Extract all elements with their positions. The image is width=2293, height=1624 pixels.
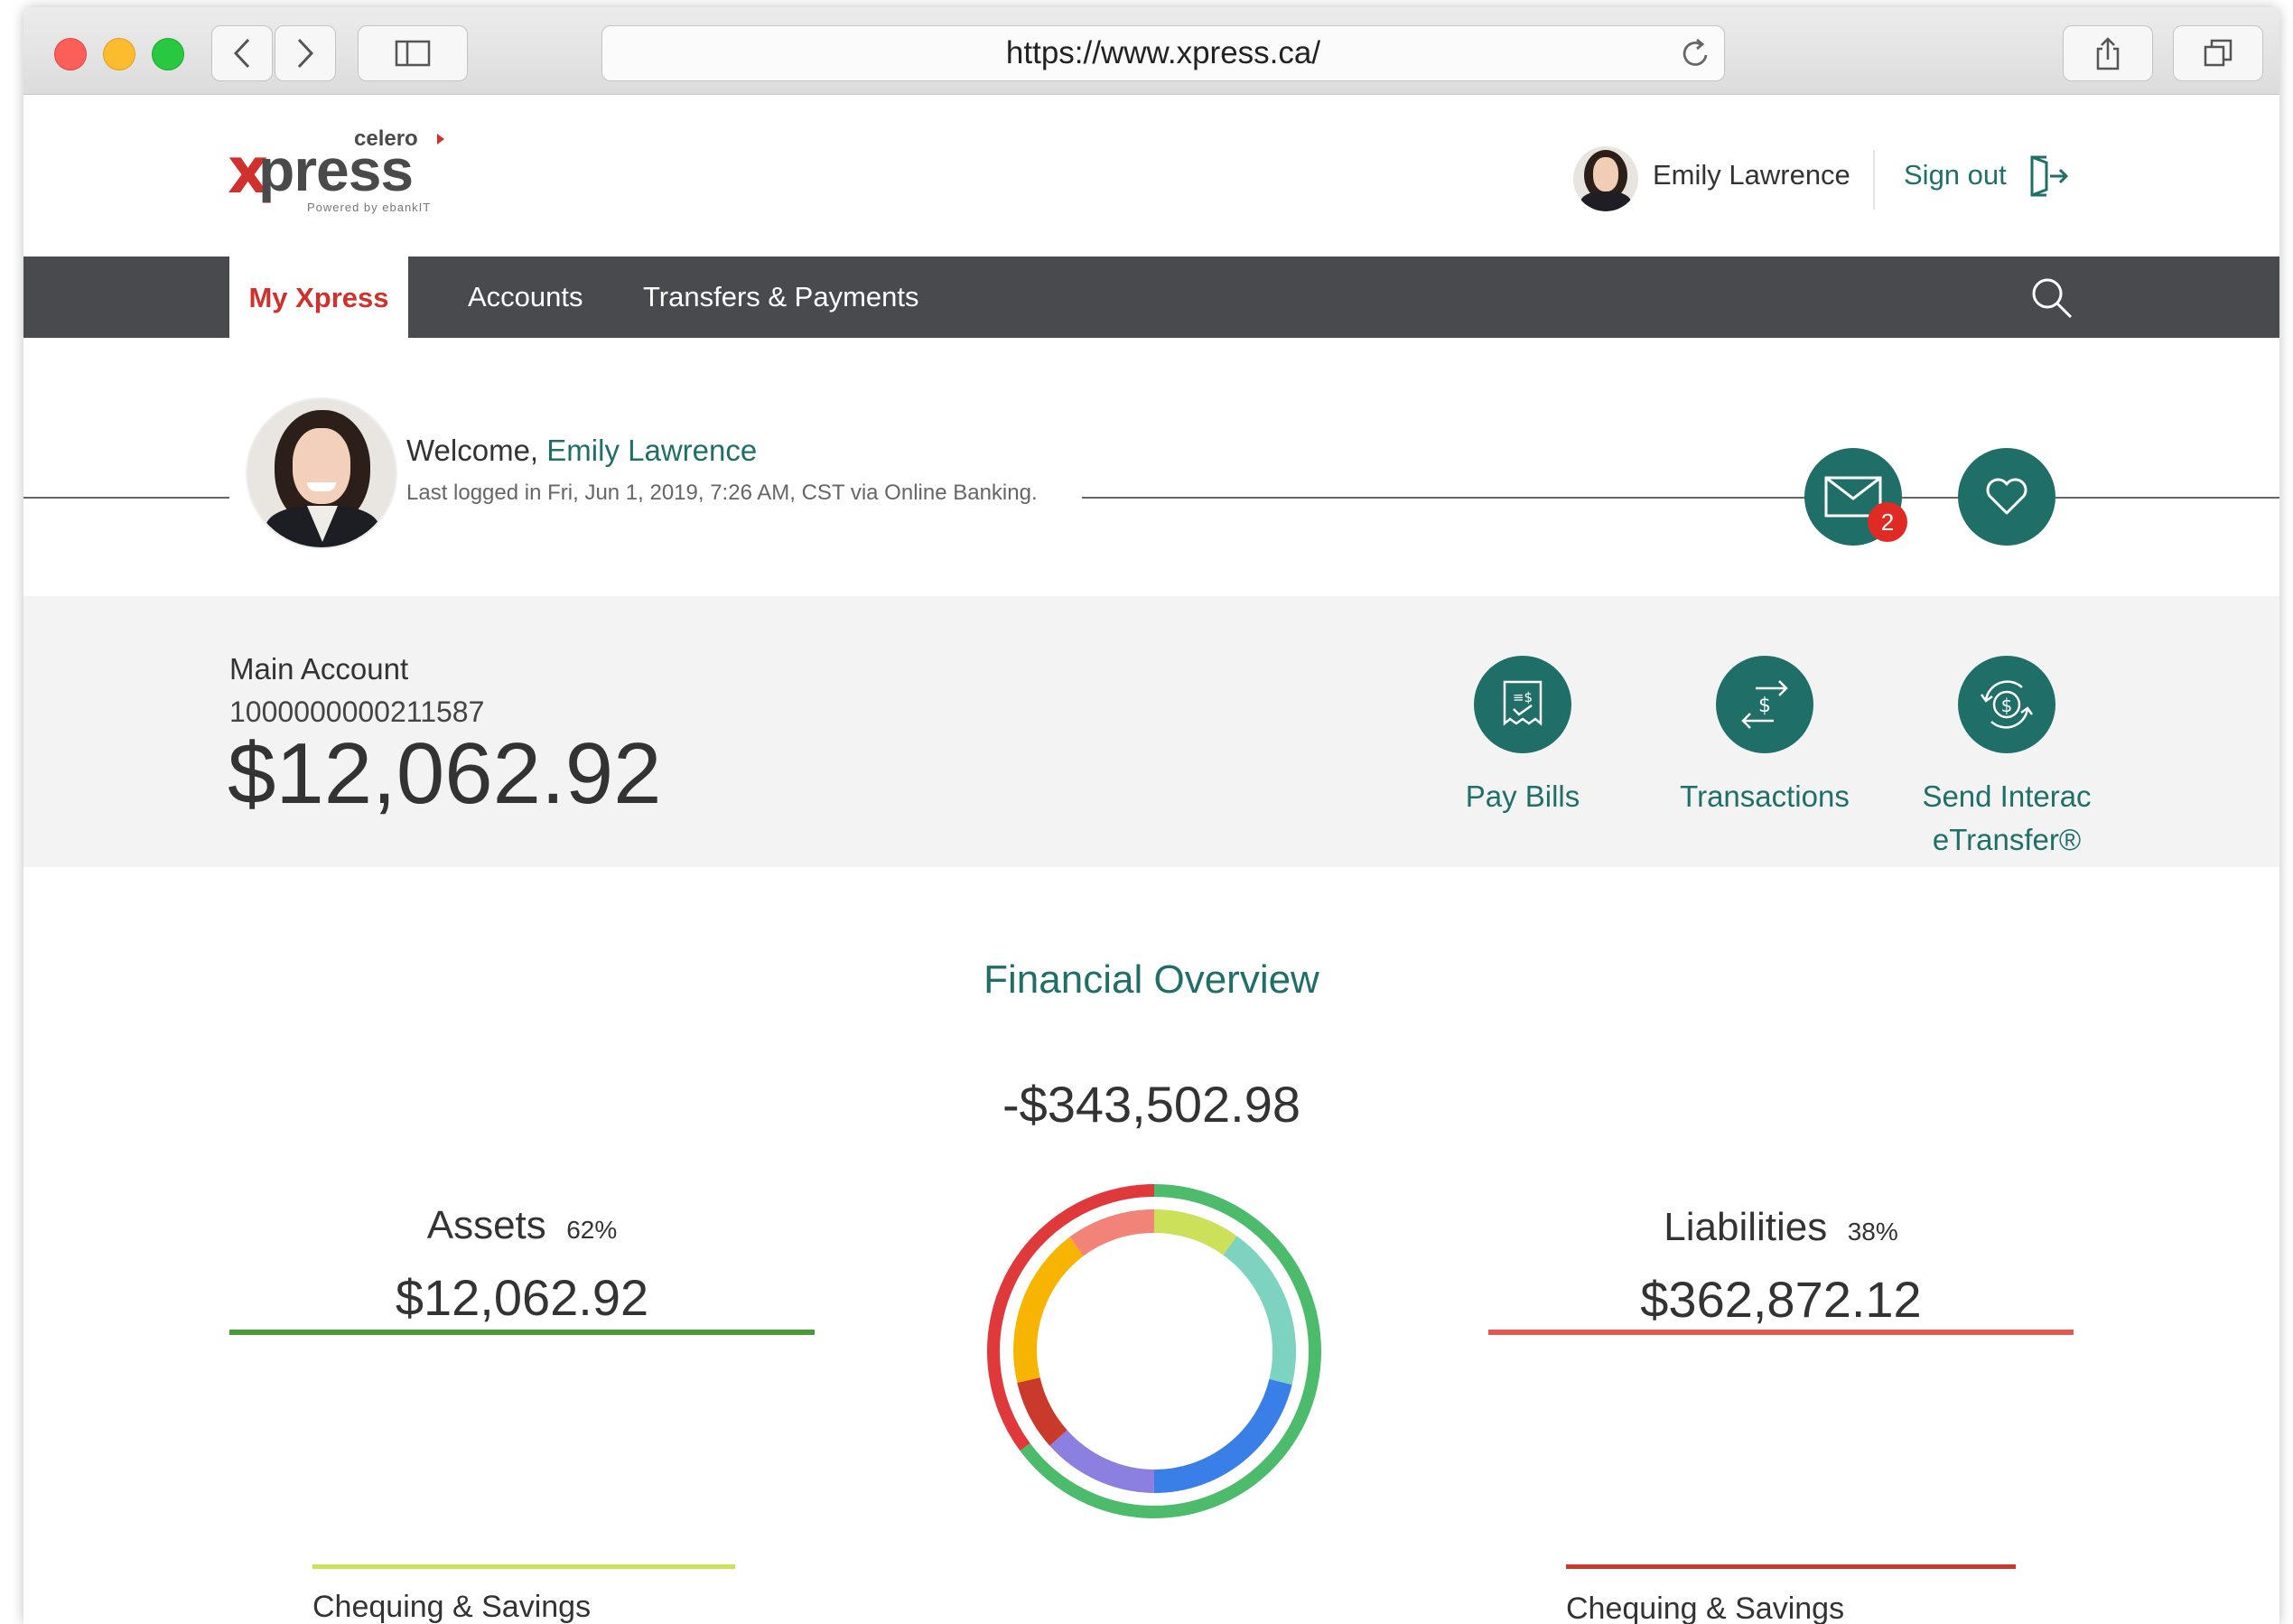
transactions-label[interactable]: Transactions [1658,775,1871,818]
svg-text:≡$: ≡$ [1513,689,1533,705]
assets-percent: 62% [566,1216,618,1244]
liabilities-label: Liabilities [1664,1205,1828,1249]
send-interac-label[interactable]: Send Interac eTransfer® [1889,775,2124,862]
sidebar-toggle-button[interactable] [358,25,468,81]
liabilities-category-label[interactable]: Chequing & Savings [1566,1591,1844,1624]
liabilities-percent: 38% [1847,1218,1898,1246]
welcome-greeting: Welcome, [406,434,539,467]
assets-category-bar [312,1564,735,1569]
header-user-name[interactable]: Emily Lawrence [1653,159,1850,191]
maximize-window-button[interactable] [152,38,184,70]
assets-heading[interactable]: Assets 62% [229,1203,815,1248]
forward-button[interactable] [275,25,336,81]
main-account-panel: Main Account 1000000000211587 $12,062.92… [23,596,2279,867]
sign-out-icon[interactable] [2027,154,2072,199]
financial-overview-title: Financial Overview [983,957,1319,1002]
account-title[interactable]: Main Account [229,652,408,686]
transfer-arrows-icon: $ [1741,680,1788,729]
share-icon [2096,37,2120,70]
chevron-right-icon [297,38,314,69]
header-avatar[interactable] [1573,146,1638,211]
assets-label: Assets [426,1203,546,1247]
header-divider [1873,150,1875,210]
heart-icon [1986,478,2027,515]
sidebar-icon [395,40,431,67]
logo-arrow-icon [437,134,444,145]
back-button[interactable] [211,25,273,81]
url-text: https://www.xpress.ca/ [1005,35,1321,70]
transactions-button[interactable]: $ [1716,656,1813,753]
chevron-left-icon [233,38,250,69]
address-bar[interactable]: https://www.xpress.ca/ [601,25,1725,81]
liabilities-bar [1488,1330,2074,1335]
send-interac-button[interactable]: $ [1958,656,2055,753]
tab-accounts[interactable]: Accounts [468,257,583,338]
assets-amount: $12,062.92 [395,1269,649,1326]
favorites-button[interactable] [1958,448,2055,546]
inner-segment-lime[interactable] [1153,1209,1237,1255]
browser-window: https://www.xpress.ca/ celero x press Po… [23,7,2279,1624]
browser-toolbar: https://www.xpress.ca/ [23,7,2279,95]
close-window-button[interactable] [54,38,87,70]
bill-icon: ≡$ [1503,680,1543,726]
welcome-rule-left [23,497,229,499]
tab-my-xpress[interactable]: My Xpress [229,257,408,340]
last-login-text: Last logged in Fri, Jun 1, 2019, 7:26 AM… [406,481,1054,506]
share-button[interactable] [2063,25,2153,81]
overview-donut-chart[interactable] [986,1183,1322,1519]
inner-segment-purple[interactable] [1049,1430,1155,1493]
tabs-overview-button[interactable] [2173,25,2263,81]
sign-out-link[interactable]: Sign out [1904,159,2007,191]
search-icon[interactable] [2030,276,2074,320]
svg-text:$: $ [2001,695,2013,716]
account-balance: $12,062.92 [228,725,662,822]
inner-segment-salmon[interactable] [1069,1209,1155,1256]
pay-bills-label[interactable]: Pay Bills [1432,775,1613,818]
welcome-avatar[interactable] [246,397,397,549]
liabilities-amount: $362,872.12 [1640,1271,1922,1328]
tabs-icon [2204,39,2232,67]
inner-segment-red[interactable] [1017,1377,1067,1446]
etransfer-icon: $ [1980,680,2034,729]
main-nav: My Xpress Accounts Transfers & Payments [23,257,2279,340]
inner-ring [1013,1209,1297,1493]
assets-category-label[interactable]: Chequing & Savings [312,1590,591,1624]
inner-segment-orange[interactable] [1013,1237,1085,1384]
logo-wordmark: press [258,136,414,203]
liabilities-heading[interactable]: Liabilities 38% [1488,1205,2074,1250]
inner-segment-mint[interactable] [1223,1236,1297,1386]
welcome-user-name[interactable]: Emily Lawrence [546,434,757,467]
svg-text:$: $ [1758,695,1771,717]
reload-icon[interactable] [1681,37,1711,70]
pay-bills-button[interactable]: ≡$ [1474,656,1571,753]
minimize-window-button[interactable] [103,38,135,70]
tab-transfers-payments[interactable]: Transfers & Payments [643,257,919,338]
liabilities-category-bar [1566,1564,2016,1569]
messages-button[interactable]: 2 [1804,448,1907,546]
welcome-heading: Welcome, Emily Lawrence [406,434,757,468]
logo-tagline: Powered by ebankIT [307,201,432,214]
assets-bar [229,1330,815,1335]
net-worth-total: -$343,502.98 [1002,1076,1301,1133]
logo[interactable]: celero x press Powered by ebankIT [228,126,480,226]
messages-badge: 2 [1868,502,1907,542]
outer-ring [987,1184,1321,1518]
welcome-rule-right [1082,497,2279,499]
